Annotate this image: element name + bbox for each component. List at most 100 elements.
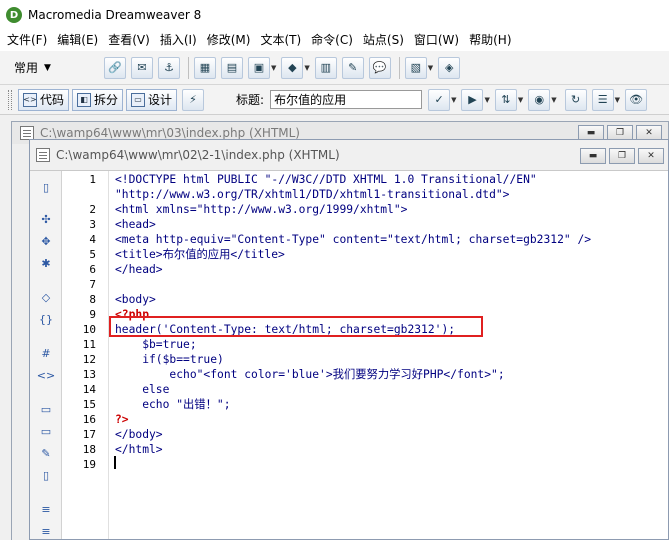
- menu-view[interactable]: 查看(V): [103, 30, 155, 51]
- date-icon[interactable]: ▥: [314, 56, 337, 79]
- collapse-full-tag-icon[interactable]: ✣: [38, 211, 54, 227]
- live-data-icon[interactable]: ⚡: [182, 88, 205, 111]
- visual-aids-icon[interactable]: 👁: [625, 88, 648, 111]
- code-editor[interactable]: <!DOCTYPE html PUBLIC "-//W3C//DTD XHTML…: [115, 171, 665, 539]
- menu-site[interactable]: 站点(S): [358, 30, 409, 51]
- code-line[interactable]: <html xmlns="http://www.w3.org/1999/xhtm…: [115, 202, 407, 217]
- code-line[interactable]: $b=true;: [115, 337, 196, 352]
- chevron-down-icon[interactable]: ▼: [551, 96, 556, 104]
- chevron-down-icon[interactable]: ▼: [428, 64, 433, 72]
- chevron-down-icon[interactable]: ▼: [271, 64, 276, 72]
- code-line[interactable]: "http://www.w3.org/TR/xhtml1/DTD/xhtml1-…: [115, 187, 509, 202]
- code-line[interactable]: <title>布尔值的应用</title>: [115, 247, 285, 262]
- menu-text[interactable]: 文本(T): [255, 30, 306, 51]
- code-line[interactable]: <meta http-equiv="Content-Type" content=…: [115, 232, 591, 247]
- line-numbers-icon[interactable]: #: [38, 345, 54, 361]
- highlight-invalid-code-icon[interactable]: <>: [37, 367, 55, 383]
- templates-icon[interactable]: ▧: [404, 56, 427, 79]
- document-toolbar: <> 代码 ◧ 拆分 ▭ 设计 ⚡ 标题: ✓ ▼ ▶ ▼ ⇅ ▼ ◉ ▼ ↻ …: [0, 85, 669, 115]
- code-line[interactable]: echo "出错！";: [115, 397, 230, 412]
- line-number: 16: [82, 413, 96, 426]
- document-window[interactable]: C:\wamp64\www\mr\02\2-1\index.php (XHTML…: [29, 139, 669, 540]
- balance-braces-icon[interactable]: {}: [38, 311, 54, 327]
- document-title-input[interactable]: [270, 90, 423, 109]
- design-view-label: 设计: [148, 93, 173, 107]
- image-icon[interactable]: ▣: [248, 56, 270, 79]
- menu-edit[interactable]: 编辑(E): [52, 30, 103, 51]
- select-parent-tag-icon[interactable]: ◇: [38, 289, 54, 305]
- code-line[interactable]: ?>: [115, 412, 129, 427]
- chevron-down-icon[interactable]: ▼: [304, 64, 309, 72]
- browser-check-icon[interactable]: ✓: [428, 88, 451, 111]
- menu-insert[interactable]: 插入(I): [155, 30, 202, 51]
- preview-browser-icon[interactable]: ◉: [528, 88, 551, 111]
- layer-icon[interactable]: ▤: [221, 56, 243, 79]
- wrap-tag-icon[interactable]: ✎: [38, 445, 54, 461]
- tag-chooser-icon[interactable]: 💬: [368, 56, 391, 79]
- split-view-button[interactable]: ◧ 拆分: [72, 88, 124, 111]
- minimize-icon[interactable]: ▬: [580, 148, 606, 164]
- code-segment: </head>: [115, 263, 163, 276]
- apply-comment-icon[interactable]: ▭: [38, 401, 54, 417]
- code-line[interactable]: <body>: [115, 292, 156, 307]
- restore-icon[interactable]: ❐: [609, 148, 635, 164]
- chevron-down-icon: ▼: [44, 62, 51, 73]
- chevron-down-icon[interactable]: ▼: [518, 96, 523, 104]
- open-documents-icon[interactable]: ▯: [38, 179, 54, 195]
- document-icon: [20, 126, 34, 140]
- background-window-title: C:\wamp64\www\mr\03\index.php (XHTML): [40, 126, 300, 140]
- code-segment: </html>: [115, 443, 163, 456]
- code-line[interactable]: else: [115, 382, 169, 397]
- media-icon[interactable]: ◆: [281, 56, 304, 79]
- code-line[interactable]: </html>: [115, 442, 163, 457]
- title-label: 标题:: [236, 93, 265, 107]
- split-view-label: 拆分: [94, 93, 119, 107]
- email-link-icon[interactable]: ✉: [131, 56, 153, 79]
- tag-icon[interactable]: ◈: [438, 56, 461, 79]
- design-view-icon: ▭: [131, 92, 146, 107]
- menu-commands[interactable]: 命令(C): [306, 30, 358, 51]
- code-line[interactable]: if($b==true): [115, 352, 224, 367]
- line-number: 11: [82, 338, 96, 351]
- menu-window[interactable]: 窗口(W): [409, 30, 464, 51]
- recent-snippets-icon[interactable]: ▯: [38, 467, 54, 483]
- menu-modify[interactable]: 修改(M): [202, 30, 256, 51]
- code-segment: echo"<font color='blue'>我们要努力学习好PHP</fon…: [115, 368, 505, 381]
- remove-comment-icon[interactable]: ▭: [38, 423, 54, 439]
- refresh-icon[interactable]: ↻: [564, 88, 587, 111]
- code-line[interactable]: </head>: [115, 262, 163, 277]
- expand-all-icon[interactable]: ✱: [38, 255, 54, 271]
- line-number: 18: [82, 443, 96, 456]
- code-segment: "http://www.w3.org/TR/xhtml1/DTD/xhtml1-…: [115, 188, 510, 201]
- code-view-icon: <>: [23, 92, 37, 107]
- menu-file[interactable]: 文件(F): [2, 30, 52, 51]
- hyperlink-icon[interactable]: 🔗: [104, 56, 126, 79]
- code-segment: <html xmlns="http://www.w3.org/1999/xhtm…: [115, 203, 408, 216]
- code-line[interactable]: <head>: [115, 217, 156, 232]
- file-management-icon[interactable]: ⇅: [494, 88, 517, 111]
- toolbar-divider: [398, 56, 400, 79]
- outdent-code-icon[interactable]: ≡: [38, 523, 54, 539]
- named-anchor-icon[interactable]: ⚓: [158, 56, 180, 79]
- code-line[interactable]: echo"<font color='blue'>我们要努力学习好PHP</fon…: [115, 367, 505, 382]
- validate-icon[interactable]: ▶: [461, 88, 484, 111]
- menu-help[interactable]: 帮助(H): [464, 30, 516, 51]
- comment-icon[interactable]: ✎: [341, 56, 364, 79]
- table-icon[interactable]: ▦: [194, 56, 216, 79]
- coding-toolbar: ▯ ✣ ✥ ✱ ◇ {} # <> ▭ ▭ ✎ ▯ ≡ ≡: [30, 171, 62, 539]
- code-view-button[interactable]: <> 代码: [18, 88, 70, 111]
- code-line[interactable]: </body>: [115, 427, 163, 442]
- insert-category-select[interactable]: 常用 ▼: [14, 57, 74, 79]
- collapse-selection-icon[interactable]: ✥: [38, 233, 54, 249]
- design-view-button[interactable]: ▭ 设计: [126, 88, 178, 111]
- chevron-down-icon[interactable]: ▼: [484, 96, 489, 104]
- insert-category-label: 常用: [14, 61, 39, 75]
- chevron-down-icon[interactable]: ▼: [451, 96, 456, 104]
- code-line[interactable]: <!DOCTYPE html PUBLIC "-//W3C//DTD XHTML…: [115, 172, 537, 187]
- view-options-icon[interactable]: ☰: [591, 88, 614, 111]
- indent-code-icon[interactable]: ≡: [38, 501, 54, 517]
- document-window-titlebar[interactable]: C:\wamp64\www\mr\02\2-1\index.php (XHTML…: [30, 140, 668, 171]
- chevron-down-icon[interactable]: ▼: [615, 96, 620, 104]
- close-icon[interactable]: ✕: [638, 148, 664, 164]
- toolbar-grip[interactable]: [8, 89, 12, 110]
